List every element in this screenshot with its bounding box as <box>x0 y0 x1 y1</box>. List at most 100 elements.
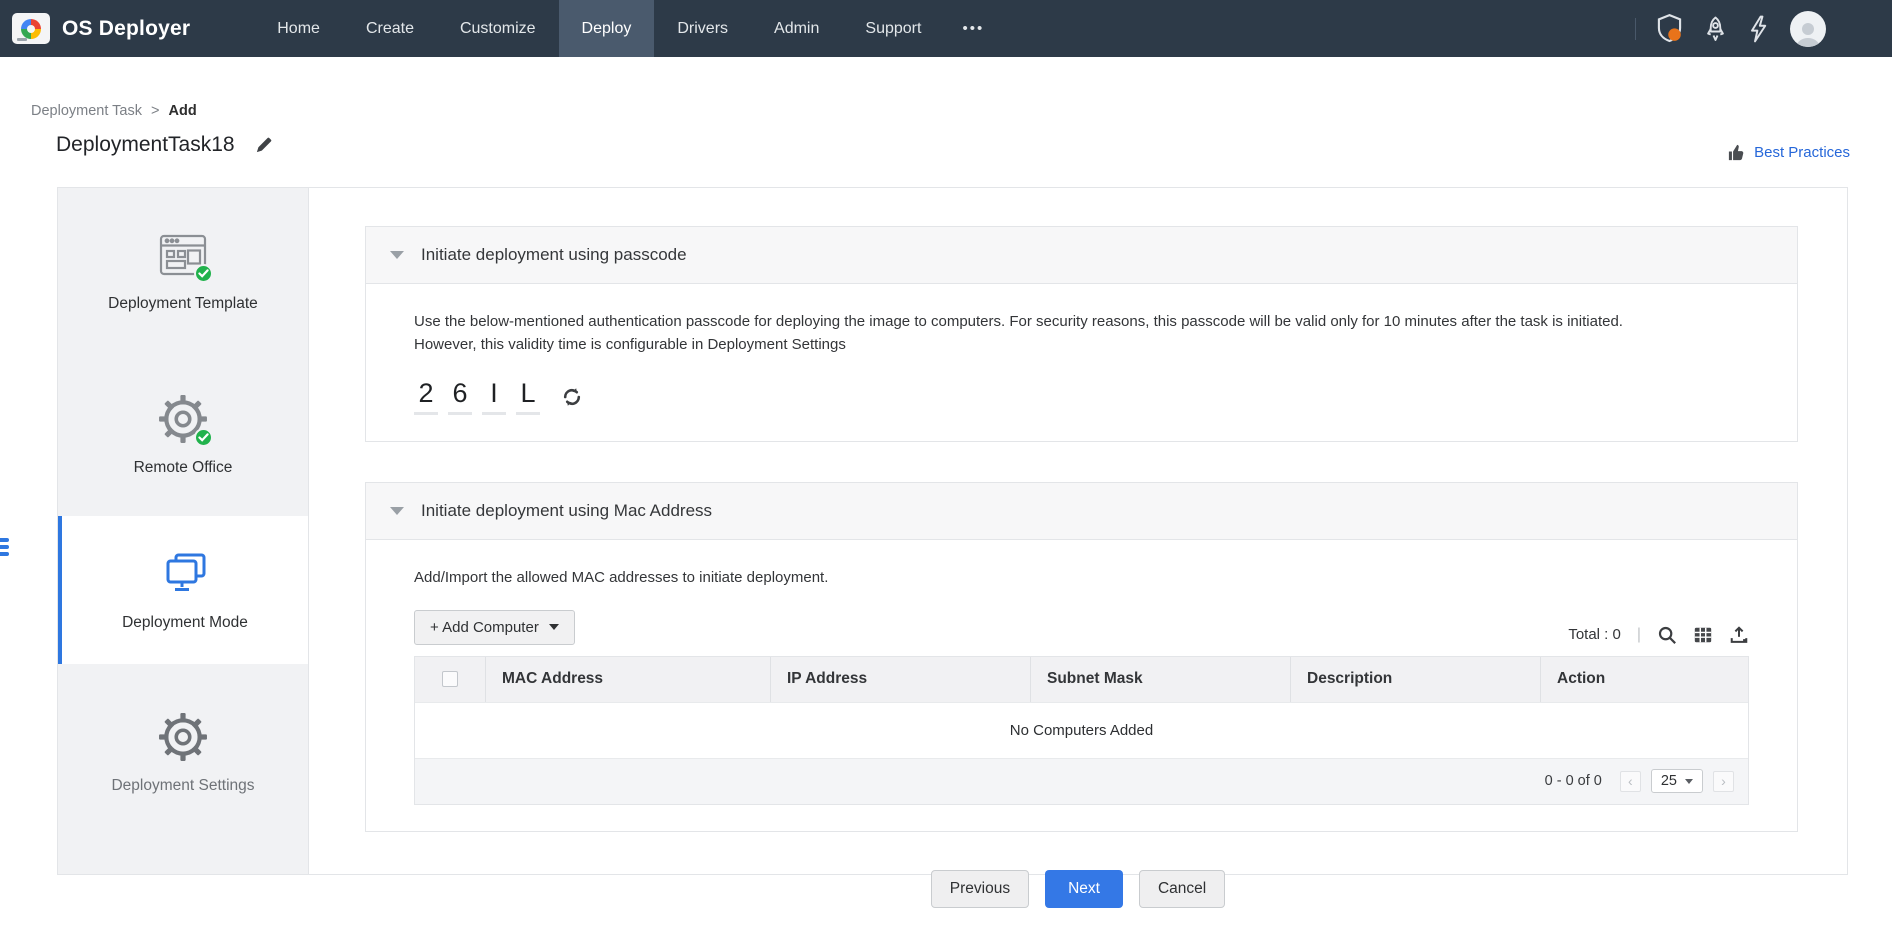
mac-panel-header[interactable]: Initiate deployment using Mac Address <box>365 482 1798 540</box>
navbar-right <box>1635 0 1892 57</box>
passcode-description-line2: However, this validity time is configura… <box>414 334 1749 357</box>
nav-item-create[interactable]: Create <box>343 0 437 57</box>
chevron-down-icon <box>1685 779 1693 784</box>
mac-address-panel: Initiate deployment using Mac Address Ad… <box>365 482 1798 832</box>
select-all-checkbox[interactable] <box>442 671 458 687</box>
security-shield-icon[interactable] <box>1656 14 1683 43</box>
header-cell-description[interactable]: Description <box>1290 657 1540 702</box>
thumbs-up-icon <box>1727 143 1746 162</box>
mac-panel-title: Initiate deployment using Mac Address <box>421 501 712 521</box>
user-avatar[interactable] <box>1790 11 1826 47</box>
mac-address-table: MAC Address IP Address Subnet Mask Descr… <box>414 656 1749 805</box>
best-practices-link[interactable]: Best Practices <box>1727 143 1850 162</box>
brand[interactable]: OS Deployer <box>0 0 216 57</box>
nav-item-deploy[interactable]: Deploy <box>559 0 655 57</box>
add-computer-button[interactable]: + Add Computer <box>414 610 575 645</box>
edge-feedback-tab[interactable] <box>0 538 9 578</box>
wizard-container: Deployment Template <box>57 187 1848 875</box>
passcode-panel-body: Use the below-mentioned authentication p… <box>365 284 1798 442</box>
step-complete-check-icon <box>194 428 213 447</box>
sidebar-item-deployment-template[interactable]: Deployment Template <box>58 188 308 353</box>
rocket-icon[interactable] <box>1703 15 1728 43</box>
cancel-button[interactable]: Cancel <box>1139 870 1225 908</box>
wizard-content: Initiate deployment using passcode Use t… <box>309 188 1847 874</box>
lightning-icon[interactable] <box>1748 15 1770 43</box>
passcode-char: 2 <box>414 378 438 415</box>
nav-overflow-button[interactable]: ••• <box>944 0 1002 57</box>
sidebar-item-label: Deployment Settings <box>111 777 254 795</box>
deployment-template-icon <box>157 229 209 281</box>
next-button[interactable]: Next <box>1045 870 1123 908</box>
passcode-value: 2 6 I L <box>414 378 540 415</box>
sidebar-item-deployment-mode[interactable]: Deployment Mode <box>58 516 308 664</box>
passcode-char: 6 <box>448 378 472 415</box>
column-chooser-icon[interactable] <box>1693 625 1713 645</box>
app-logo-icon <box>12 13 50 44</box>
passcode-panel-title: Initiate deployment using passcode <box>421 245 687 265</box>
passcode-char: I <box>482 378 506 415</box>
previous-button[interactable]: Previous <box>931 870 1029 908</box>
pagination-prev-button[interactable]: ‹ <box>1620 771 1641 792</box>
header-cell-ip-address[interactable]: IP Address <box>770 657 1030 702</box>
header-cell-subnet-mask[interactable]: Subnet Mask <box>1030 657 1290 702</box>
page-size-select[interactable]: 25 <box>1651 769 1703 793</box>
tools-divider: | <box>1637 626 1641 644</box>
deployment-mode-monitors-icon <box>159 548 211 600</box>
nav-item-home[interactable]: Home <box>254 0 343 57</box>
os-deployer-page: OS Deployer Home Create Customize Deploy… <box>0 0 1892 950</box>
passcode-panel-header[interactable]: Initiate deployment using passcode <box>365 226 1798 284</box>
collapse-arrow-icon[interactable] <box>390 507 404 515</box>
header-cell-select <box>415 657 485 702</box>
apps-grid-icon[interactable] <box>1846 19 1866 39</box>
breadcrumb: Deployment Task > Add <box>31 103 197 119</box>
brand-title: OS Deployer <box>62 17 190 41</box>
passcode-panel: Initiate deployment using passcode Use t… <box>365 226 1798 442</box>
passcode-row: 2 6 I L <box>414 378 1749 415</box>
header-cell-action[interactable]: Action <box>1540 657 1748 702</box>
breadcrumb-parent[interactable]: Deployment Task <box>31 103 142 119</box>
step-complete-check-icon <box>194 264 213 283</box>
wizard-footer: Previous Next Cancel <box>309 870 1847 908</box>
sidebar-item-label: Deployment Template <box>108 295 258 313</box>
breadcrumb-current: Add <box>168 103 196 119</box>
header-cell-mac-address[interactable]: MAC Address <box>485 657 770 702</box>
search-icon[interactable] <box>1657 625 1677 645</box>
mac-description: Add/Import the allowed MAC addresses to … <box>414 567 1749 590</box>
table-tools: Total : 0 | <box>1568 625 1749 645</box>
add-computer-label: + Add Computer <box>430 619 539 636</box>
nav-item-drivers[interactable]: Drivers <box>654 0 751 57</box>
best-practices-label: Best Practices <box>1754 144 1850 161</box>
nav-item-admin[interactable]: Admin <box>751 0 842 57</box>
top-navbar: OS Deployer Home Create Customize Deploy… <box>0 0 1892 57</box>
breadcrumb-separator: > <box>151 103 159 119</box>
pagination-range: 0 - 0 of 0 <box>1545 773 1602 789</box>
pagination-bar: 0 - 0 of 0 ‹ 25 › <box>415 758 1748 804</box>
page-size-value: 25 <box>1661 773 1677 789</box>
passcode-char: L <box>516 378 540 415</box>
total-count: Total : 0 <box>1568 626 1621 643</box>
title-row: DeploymentTask18 <box>56 133 272 157</box>
import-upload-icon[interactable] <box>1729 625 1749 645</box>
wizard-step-sidebar: Deployment Template <box>58 188 309 874</box>
nav-item-support[interactable]: Support <box>842 0 944 57</box>
remote-office-gear-icon <box>157 393 209 445</box>
main-nav: Home Create Customize Deploy Drivers Adm… <box>254 0 1002 57</box>
navbar-divider <box>1635 18 1636 40</box>
nav-item-customize[interactable]: Customize <box>437 0 559 57</box>
edit-title-pencil-icon[interactable] <box>255 137 272 154</box>
sidebar-item-label: Deployment Mode <box>122 614 248 632</box>
deployment-settings-gear-icon <box>157 711 209 763</box>
page-title: DeploymentTask18 <box>56 133 235 157</box>
regenerate-passcode-icon[interactable] <box>560 385 584 409</box>
sidebar-item-remote-office[interactable]: Remote Office <box>58 353 308 516</box>
mac-panel-body: Add/Import the allowed MAC addresses to … <box>365 540 1798 832</box>
sidebar-item-label: Remote Office <box>134 459 233 477</box>
pagination-next-button[interactable]: › <box>1713 771 1734 792</box>
sidebar-item-deployment-settings[interactable]: Deployment Settings <box>58 664 308 841</box>
table-header-row: MAC Address IP Address Subnet Mask Descr… <box>415 657 1748 702</box>
chevron-down-icon <box>549 624 559 630</box>
mac-toolbar: + Add Computer Total : 0 | <box>414 610 1749 645</box>
passcode-description-line1: Use the below-mentioned authentication p… <box>414 311 1749 334</box>
collapse-arrow-icon[interactable] <box>390 251 404 259</box>
passcode-description: Use the below-mentioned authentication p… <box>414 311 1749 356</box>
